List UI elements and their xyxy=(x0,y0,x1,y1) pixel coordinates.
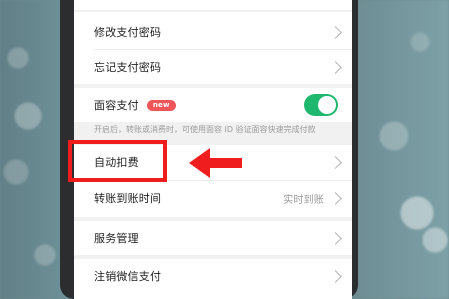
top-section-strip xyxy=(74,0,352,10)
chevron-right-icon xyxy=(329,155,342,169)
chevron-right-icon xyxy=(329,231,342,245)
new-badge: new xyxy=(146,99,176,111)
face-pay-label: 面容支付 xyxy=(94,99,139,112)
service-section: 服务管理 xyxy=(74,221,352,255)
change-password-row[interactable]: 修改支付密码 xyxy=(74,15,352,49)
service-management-label: 服务管理 xyxy=(94,232,139,245)
service-management-row[interactable]: 服务管理 xyxy=(74,221,352,255)
transfer-time-row[interactable]: 转账到账时间 实时到账 xyxy=(74,181,352,215)
toggle-knob xyxy=(318,96,336,114)
left-arrow-icon xyxy=(189,148,242,178)
chevron-right-icon xyxy=(329,60,342,74)
change-password-label: 修改支付密码 xyxy=(94,26,162,39)
highlight-box xyxy=(68,140,167,182)
forgot-password-row[interactable]: 忘记支付密码 xyxy=(74,50,352,84)
transfer-time-value: 实时到账 xyxy=(283,194,324,206)
password-section: 修改支付密码 忘记支付密码 xyxy=(74,12,352,84)
face-pay-toggle[interactable] xyxy=(304,94,338,116)
cancel-wechat-pay-section: 注销微信支付 xyxy=(74,259,352,299)
cancel-wechat-pay-label: 注销微信支付 xyxy=(94,270,162,283)
transfer-time-label: 转账到账时间 xyxy=(94,192,162,205)
face-pay-hint: 开启后，转账或消费时，可使用面容 ID 验证面容快速完成付款 xyxy=(94,125,316,134)
face-pay-row: 面容支付 new xyxy=(74,88,352,122)
chevron-right-icon xyxy=(329,25,342,39)
face-pay-section: 面容支付 new xyxy=(74,88,352,122)
chevron-right-icon xyxy=(329,269,342,283)
cancel-wechat-pay-row[interactable]: 注销微信支付 xyxy=(74,259,352,293)
chevron-right-icon xyxy=(329,191,342,205)
forgot-password-label: 忘记支付密码 xyxy=(94,61,162,74)
